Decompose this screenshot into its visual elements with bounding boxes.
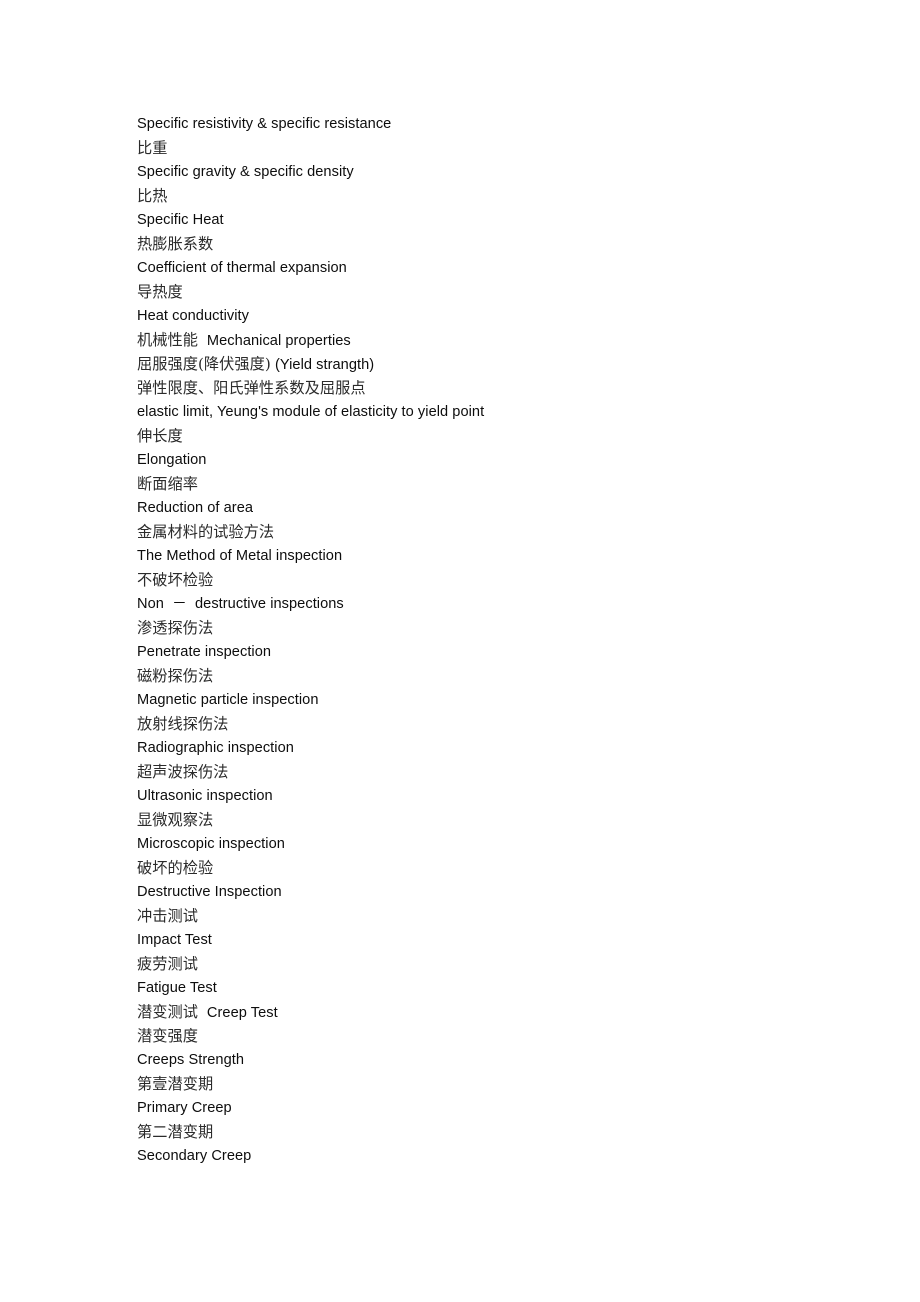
glossary-line: 机械性能 Mechanical properties [137,328,837,352]
glossary-text-block: Specific resistivity & specific resistan… [137,112,837,1168]
glossary-line: Secondary Creep [137,1148,252,1164]
glossary-line: Coefficient of thermal expansion [137,260,347,276]
glossary-line: Ultrasonic inspection [137,788,273,804]
glossary-line: Specific resistivity & specific resistan… [137,116,392,132]
glossary-line-cjk-part: 屈服强度(降伏强度) [137,355,271,373]
glossary-line: The Method of Metal inspection [137,548,343,564]
glossary-line: 第壹潜变期 [137,1075,214,1093]
glossary-line: Specific gravity & specific density [137,164,354,180]
glossary-line: 潜变强度 [137,1027,198,1045]
glossary-line: 冲击测试 [137,907,198,925]
glossary-line: 弹性限度、阳氏弹性系数及屈服点 [137,379,366,397]
glossary-line: 第二潜变期 [137,1123,214,1141]
glossary-line-cjk-part: 潜变测试 [137,1003,203,1021]
glossary-line: 比重 [137,139,168,157]
glossary-line: 导热度 [137,283,183,301]
glossary-line: 热膨胀系数 [137,235,214,253]
glossary-line: Radiographic inspection [137,740,294,756]
glossary-line: 显微观察法 [137,811,214,829]
glossary-line: 破坏的检验 [137,859,214,877]
glossary-line: Specific Heat [137,212,224,228]
glossary-line: 比热 [137,187,168,205]
glossary-line: 不破坏检验 [137,571,214,589]
glossary-line-cjk-part: 机械性能 [137,331,203,349]
glossary-line: 屈服强度(降伏强度) (Yield strangth) [137,352,837,376]
glossary-line: 伸长度 [137,427,183,445]
glossary-line: 磁粉探伤法 [137,667,214,685]
glossary-line: Heat conductivity [137,308,249,324]
glossary-line: elastic limit, Yeung's module of elastic… [137,404,485,420]
document-page: Specific resistivity & specific resistan… [0,0,920,1302]
glossary-line: Primary Creep [137,1100,232,1116]
glossary-line-latin-part: Mechanical properties [202,333,351,349]
glossary-line: Destructive Inspection [137,884,282,900]
glossary-line: Reduction of area [137,500,254,516]
glossary-line: Magnetic particle inspection [137,692,319,708]
glossary-line: 断面缩率 [137,475,198,493]
glossary-line: 疲劳测试 [137,955,198,973]
glossary-line: Fatigue Test [137,980,217,996]
glossary-line: 潜变测试 Creep Test [137,1000,837,1024]
glossary-line: Elongation [137,452,207,468]
glossary-line: 超声波探伤法 [137,763,229,781]
glossary-line: Penetrate inspection [137,644,272,660]
glossary-line: Impact Test [137,932,212,948]
glossary-line: 放射线探伤法 [137,715,229,733]
glossary-line: Non － destructive inspections [137,596,344,612]
glossary-line-latin-part: (Yield strangth) [270,357,375,373]
glossary-line-latin-part: Creep Test [202,1005,278,1021]
glossary-line: Microscopic inspection [137,836,285,852]
glossary-line: Creeps Strength [137,1052,245,1068]
glossary-line: 金属材料的试验方法 [137,523,275,541]
glossary-line: 渗透探伤法 [137,619,214,637]
